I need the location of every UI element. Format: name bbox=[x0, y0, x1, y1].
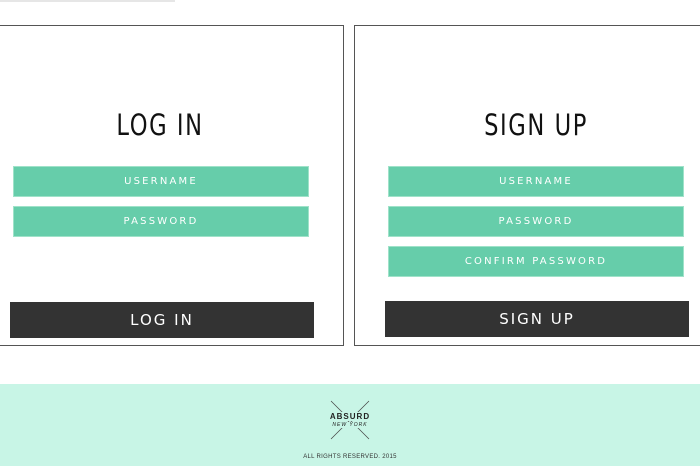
page: LOG IN USERNAME PASSWORD LOG IN SIGN UP … bbox=[0, 0, 700, 466]
login-button[interactable]: LOG IN bbox=[10, 302, 314, 338]
login-username-field[interactable]: USERNAME bbox=[13, 166, 309, 197]
signup-confirm-password-field[interactable]: CONFIRM PASSWORD bbox=[388, 246, 684, 277]
logo-wordmark: ABSURD bbox=[327, 412, 373, 421]
signup-username-field[interactable]: USERNAME bbox=[388, 166, 684, 197]
top-divider bbox=[0, 0, 175, 2]
signup-password-field[interactable]: PASSWORD bbox=[388, 206, 684, 237]
login-password-field[interactable]: PASSWORD bbox=[13, 206, 309, 237]
logo-tagline: NEW YORK bbox=[327, 422, 373, 428]
login-panel: LOG IN USERNAME PASSWORD LOG IN bbox=[0, 25, 344, 346]
brand-logo: ABSURD NEW YORK bbox=[327, 400, 373, 440]
signup-panel: SIGN UP USERNAME PASSWORD CONFIRM PASSWO… bbox=[354, 25, 700, 346]
copyright-text: ALL RIGHTS RESERVED. 2015 bbox=[303, 454, 397, 460]
login-title: LOG IN bbox=[116, 108, 204, 142]
signup-button[interactable]: SIGN UP bbox=[385, 301, 689, 337]
signup-title: SIGN UP bbox=[484, 108, 588, 142]
footer: ABSURD NEW YORK ALL RIGHTS RESERVED. 201… bbox=[0, 384, 700, 466]
